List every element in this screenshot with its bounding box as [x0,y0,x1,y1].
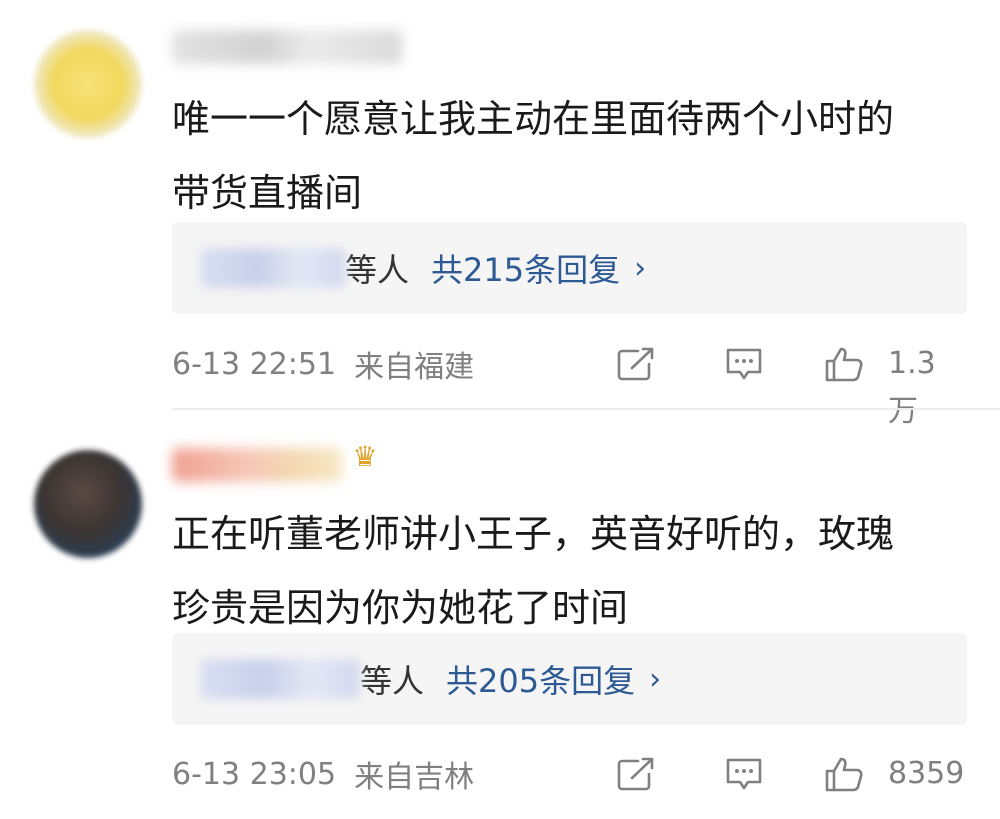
comment-meta: 6-13 22:51 来自福建 1.3万 [172,340,964,429]
chevron-right-icon: › [634,250,647,286]
comment-location: 来自福建 [354,350,475,385]
thumbs-up-icon[interactable] [824,346,864,382]
avatar[interactable] [34,30,142,138]
chevron-right-icon: › [649,661,662,697]
comment-text: 唯一一个愿意让我主动在里面待两个小时的 带货直播间 [172,97,895,215]
comment-time: 6-13 23:05 [172,756,337,792]
view-replies-link[interactable]: 共215条回复 [431,245,620,291]
username-blurred[interactable] [172,448,342,482]
username-blurred[interactable] [172,30,402,64]
comment-icon[interactable] [724,756,764,792]
thumbs-up-icon[interactable] [824,756,864,792]
share-icon[interactable] [616,346,656,382]
comment-meta: 6-13 23:05 来自吉林 8359 [172,750,964,798]
like-count: 8359 [888,756,965,791]
reply-summary[interactable]: 等人 共205条回复 › [172,633,967,725]
view-replies-link[interactable]: 共205条回复 [446,656,635,702]
reply-others-label: 等人 [360,662,425,700]
comment-item[interactable]: ♛ 正在听董老师讲小王子，英音好听的，玫瑰 珍贵是因为你为她花了时间 等人 共2… [0,410,1000,819]
comment-text: 正在听董老师讲小王子，英音好听的，玫瑰 珍贵是因为你为她花了时间 [172,512,895,630]
comment-location: 来自吉林 [354,760,475,795]
repliers-blurred [200,248,345,288]
avatar[interactable] [34,450,142,558]
reply-others-label: 等人 [345,251,410,289]
share-icon[interactable] [616,756,656,792]
reply-summary[interactable]: 等人 共215条回复 › [172,222,967,314]
comment-item[interactable]: 唯一一个愿意让我主动在里面待两个小时的 带货直播间 等人 共215条回复 › 6… [0,0,1000,429]
repliers-blurred [200,659,360,699]
comment-time: 6-13 22:51 [172,346,337,382]
fan-badge-icon: ♛ [352,440,378,473]
comment-icon[interactable] [724,346,764,382]
